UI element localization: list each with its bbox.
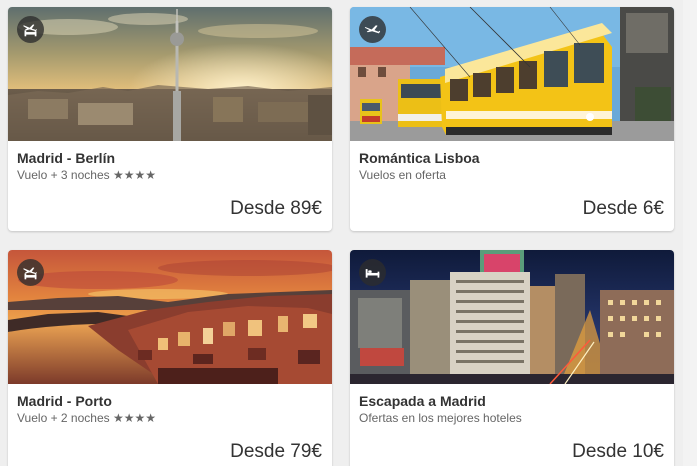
berlin-skyline-image <box>8 7 332 141</box>
plane-icon <box>364 25 381 34</box>
plane-badge <box>359 16 386 43</box>
berlin-photo[interactable] <box>8 7 332 141</box>
offer-card-escapada-madrid[interactable]: Escapada a Madrid Ofertas en los mejores… <box>350 250 674 466</box>
offer-price: Desde 10€ <box>572 441 664 462</box>
offer-card-madrid-porto[interactable]: Madrid - Porto Vuelo + 2 noches ★★★★ Des… <box>8 250 332 466</box>
lisbon-photo[interactable] <box>350 7 674 141</box>
offer-price: Desde 89€ <box>230 198 322 219</box>
offer-subtitle: Vuelos en oferta <box>359 168 446 182</box>
offer-card-info: Romántica Lisboa Vuelos en oferta Desde … <box>350 141 674 231</box>
flight-hotel-icon <box>23 267 37 280</box>
madrid-night-image <box>350 250 674 384</box>
bed-icon <box>365 269 380 278</box>
lisbon-tram-image <box>350 7 674 141</box>
offer-subtitle: Ofertas en los mejores hoteles <box>359 411 522 425</box>
offer-title: Madrid - Berlín <box>17 150 116 166</box>
offer-title: Romántica Lisboa <box>359 150 480 166</box>
flight-hotel-badge <box>17 16 44 43</box>
porto-photo[interactable] <box>8 250 332 384</box>
offer-card-info: Madrid - Porto Vuelo + 2 noches ★★★★ Des… <box>8 384 332 466</box>
offer-subtitle: Vuelo + 2 noches ★★★★ <box>17 411 156 425</box>
offer-card-madrid-berlin[interactable]: Madrid - Berlín Vuelo + 3 noches ★★★★ De… <box>8 7 332 231</box>
flight-hotel-badge <box>17 259 44 286</box>
offer-price: Desde 79€ <box>230 441 322 462</box>
page-edge <box>683 0 697 466</box>
offer-title: Escapada a Madrid <box>359 393 486 409</box>
bed-badge <box>359 259 386 286</box>
porto-river-image <box>8 250 332 384</box>
madrid-photo[interactable] <box>350 250 674 384</box>
offers-grid: Madrid - Berlín Vuelo + 3 noches ★★★★ De… <box>0 0 697 466</box>
offer-card-info: Madrid - Berlín Vuelo + 3 noches ★★★★ De… <box>8 141 332 231</box>
offer-card-info: Escapada a Madrid Ofertas en los mejores… <box>350 384 674 466</box>
flight-hotel-icon <box>23 24 37 37</box>
offer-subtitle: Vuelo + 3 noches ★★★★ <box>17 168 156 182</box>
offer-price: Desde 6€ <box>582 198 664 219</box>
offer-title: Madrid - Porto <box>17 393 112 409</box>
offer-card-lisboa[interactable]: Romántica Lisboa Vuelos en oferta Desde … <box>350 7 674 231</box>
